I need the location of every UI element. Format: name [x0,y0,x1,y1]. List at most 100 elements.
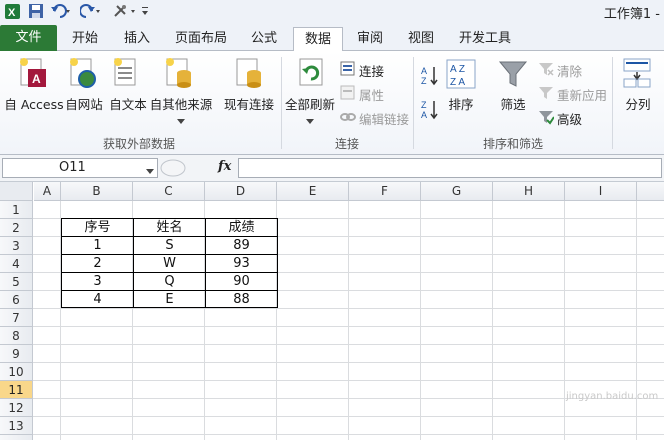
refresh-icon [297,57,327,92]
table-cell[interactable]: 3 [62,273,133,291]
worksheet-grid[interactable]: ABCDEFGHI 1 2 3 4 5 6 7 8 9 10 11 12 13 序号 姓名 成绩 1 S… [0,182,664,440]
group-label-sort-filter: 排序和筛选 [483,137,544,151]
table-header-cell[interactable]: 序号 [62,219,133,237]
column-header[interactable]: C [133,182,205,201]
row-header[interactable]: 1 [0,201,33,219]
row-header[interactable]: 11 [0,381,33,399]
formula-bar: O11 fx [0,155,664,182]
column-header[interactable]: G [421,182,493,201]
svg-text:A: A [421,66,427,76]
gridline [492,201,493,440]
table-cell[interactable]: 2 [62,255,133,273]
tab-page-layout[interactable]: 页面布局 [168,27,234,51]
svg-text:Z: Z [421,100,427,110]
name-box[interactable]: O11 [2,158,158,178]
tab-formulas[interactable]: 公式 [240,27,288,51]
ribbon-tabs: 文件 开始 插入 页面布局 公式 数据 审阅 视图 开发工具 [0,24,664,52]
svg-text:Z A: Z A [450,77,465,88]
tab-view[interactable]: 视图 [397,27,445,51]
undo-icon[interactable] [50,3,72,20]
name-box-dropdown-icon[interactable] [146,164,154,178]
table-cell[interactable]: 90 [206,273,277,291]
web-icon [68,57,98,92]
tab-home[interactable]: 开始 [61,27,109,51]
gridline [420,201,421,440]
row-header[interactable]: 5 [0,273,33,291]
edit-links-icon [340,109,356,128]
formula-input[interactable] [238,158,662,178]
table-cell[interactable]: Q [134,273,205,291]
tab-review[interactable]: 审阅 [346,27,394,51]
row-header[interactable]: 7 [0,309,33,327]
svg-text:A: A [32,72,41,86]
column-header[interactable]: I [565,182,637,201]
column-header[interactable]: H [493,182,565,201]
sort-az-icon: AZ [420,65,440,90]
sort-dialog-icon: A Z Z A [446,59,476,92]
group-separator [612,57,613,149]
other-sources-icon [164,57,194,92]
row-header[interactable]: 4 [0,255,33,273]
table-header-cell[interactable]: 成绩 [206,219,277,237]
table-cell[interactable]: 4 [62,291,133,309]
table-cell[interactable]: W [134,255,205,273]
row-header[interactable]: 9 [0,345,33,363]
watermark: jingyan.baidu.com [566,391,659,402]
tab-file[interactable]: 文件 [0,25,57,51]
group-separator [281,57,282,149]
column-header[interactable]: B [61,182,133,201]
gridline [636,201,637,440]
redo-icon[interactable] [79,3,102,20]
save-icon[interactable] [28,3,44,20]
gridline [348,201,349,440]
group-label-external-data: 获取外部数据 [103,137,176,151]
dropdown-arrow-icon [306,114,314,128]
column-header[interactable]: D [205,182,277,201]
row-header[interactable]: 12 [0,399,33,417]
column-header[interactable]: A [34,182,61,201]
svg-text:A Z: A Z [450,64,465,75]
table-cell[interactable]: E [134,291,205,309]
row-header[interactable]: 10 [0,363,33,381]
svg-text:X: X [8,7,16,19]
column-header[interactable]: F [349,182,421,201]
table-header-cell[interactable]: 姓名 [134,219,205,237]
tools-icon[interactable] [112,3,138,20]
text-to-columns-icon [622,57,652,92]
column-header[interactable] [637,182,664,201]
tab-developer[interactable]: 开发工具 [452,27,518,51]
group-label-connections: 连接 [335,137,360,151]
select-all-corner[interactable] [0,182,33,201]
row-header[interactable]: 8 [0,327,33,345]
row-header[interactable]: 2 [0,219,33,237]
funnel-icon [498,59,528,92]
row-header[interactable] [0,435,33,440]
table-cell[interactable]: 1 [62,237,133,255]
text-file-icon [112,57,142,92]
quick-access-toolbar: X 工作簿1 - [0,0,664,24]
excel-logo-icon: X [4,3,22,20]
advanced-filter-icon [538,109,555,128]
column-header[interactable]: E [277,182,349,201]
connections-icon [340,61,356,80]
window-title: 工作簿1 - [603,7,660,22]
formula-resize-handle-icon[interactable] [160,159,186,180]
clear-filter-icon [538,61,554,80]
tab-data[interactable]: 数据 [293,27,343,52]
row-header[interactable]: 3 [0,237,33,255]
row-header[interactable]: 6 [0,291,33,309]
customize-qat-icon[interactable] [140,3,150,20]
tab-insert[interactable]: 插入 [113,27,161,51]
group-separator [413,57,414,149]
dropdown-arrow-icon [177,114,185,128]
table-cell[interactable]: 93 [206,255,277,273]
table-cell[interactable]: 89 [206,237,277,255]
sort-za-icon: ZA [420,99,440,124]
existing-connections-icon [234,57,264,92]
row-header[interactable]: 13 [0,417,33,435]
insert-function-icon[interactable]: fx [218,159,231,174]
table-cell[interactable]: 88 [206,291,277,309]
table-cell[interactable]: S [134,237,205,255]
reapply-icon [538,85,554,104]
properties-icon [340,85,356,104]
